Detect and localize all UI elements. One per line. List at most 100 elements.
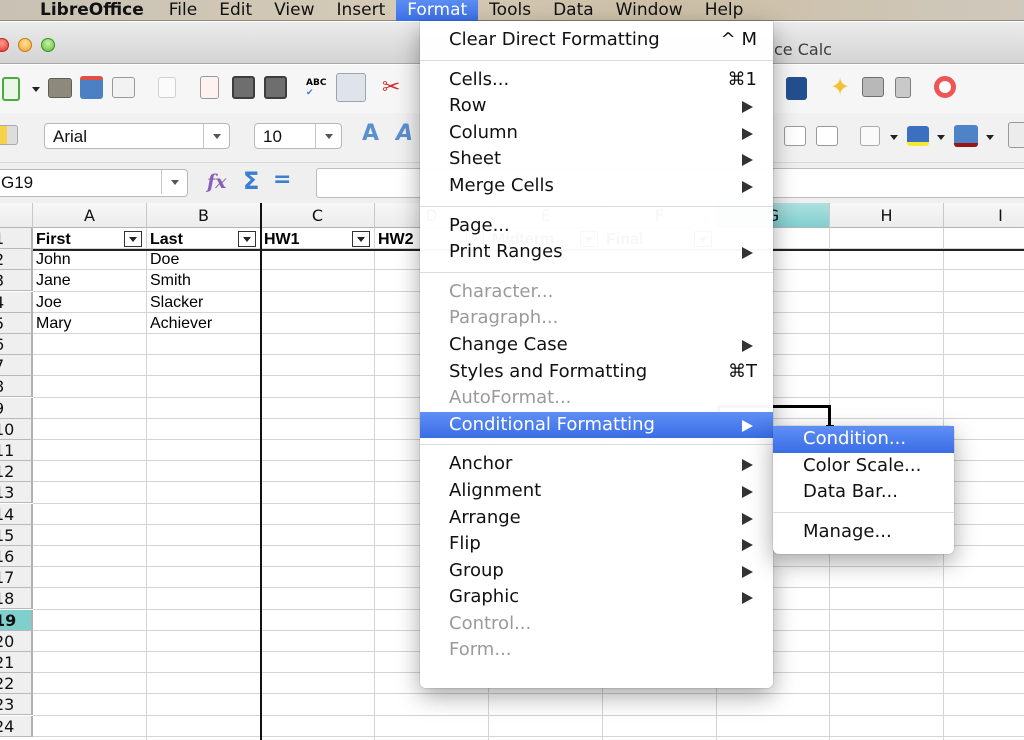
row-header-19[interactable]: 19	[0, 609, 33, 631]
autospellcheck-icon[interactable]	[336, 73, 366, 102]
data-sources-icon[interactable]	[895, 77, 911, 98]
row-header-18[interactable]: 18	[0, 588, 33, 610]
help-icon[interactable]	[934, 76, 956, 98]
navigator-icon[interactable]: ✦	[830, 75, 854, 99]
font-color-icon[interactable]	[954, 125, 978, 147]
menu-item-alignment[interactable]: Alignment	[420, 478, 773, 505]
column-header-c[interactable]: C	[261, 203, 375, 228]
cell-b2[interactable]: Doe	[147, 249, 261, 270]
formula-icon[interactable]: =	[273, 167, 291, 192]
cell-b3[interactable]: Smith	[147, 270, 261, 291]
menu-item-condition[interactable]: Condition...	[773, 426, 954, 453]
font-name-combo[interactable]: Arial	[44, 123, 230, 149]
menu-data[interactable]: Data	[542, 0, 605, 21]
row-header-3[interactable]: 3	[0, 270, 33, 292]
menu-view[interactable]: View	[263, 0, 325, 21]
row-header-1[interactable]: 1	[0, 228, 33, 249]
email-icon[interactable]	[112, 77, 135, 98]
menu-item-data-bar[interactable]: Data Bar...	[773, 479, 954, 506]
row-header-9[interactable]: 9	[0, 397, 33, 419]
cut-icon[interactable]: ✂	[382, 75, 406, 101]
decrease-indent-icon[interactable]	[784, 126, 806, 146]
row-header-11[interactable]: 11	[0, 440, 33, 461]
row-header-21[interactable]: 21	[0, 652, 33, 673]
row-header-24[interactable]: 24	[0, 715, 33, 737]
menu-window[interactable]: Window	[605, 0, 694, 21]
column-header-i[interactable]: I	[944, 203, 1024, 228]
row-header-15[interactable]: 15	[0, 524, 33, 546]
autofilter-button[interactable]	[238, 231, 256, 247]
column-header-h[interactable]: H	[830, 203, 944, 228]
menu-help[interactable]: Help	[694, 0, 755, 21]
menu-item-arrange[interactable]: Arrange	[420, 505, 773, 532]
cell-a4[interactable]: Joe	[33, 292, 147, 313]
increase-indent-icon[interactable]	[816, 126, 838, 146]
font-size-combo[interactable]: 10	[254, 123, 342, 149]
cell-b5[interactable]: Achiever	[147, 313, 261, 334]
menu-item-color-scale[interactable]: Color Scale...	[773, 453, 954, 480]
edit-file-icon[interactable]	[158, 77, 176, 98]
menu-item-manage[interactable]: Manage...	[773, 519, 954, 546]
minimize-window-button[interactable]	[18, 38, 32, 52]
borders-icon[interactable]	[860, 126, 880, 146]
new-spreadsheet-icon[interactable]	[2, 77, 20, 101]
background-color-dropdown-icon[interactable]	[937, 135, 945, 140]
row-header-6[interactable]: 6	[0, 334, 33, 355]
menu-file[interactable]: File	[158, 0, 208, 21]
menu-item-group[interactable]: Group	[420, 558, 773, 585]
row-header-10[interactable]: 10	[0, 418, 33, 440]
cell-b4[interactable]: Slacker	[147, 292, 261, 313]
toggle-grid-icon[interactable]	[1008, 122, 1024, 148]
gallery-icon[interactable]	[862, 77, 884, 97]
column-header-b[interactable]: B	[147, 203, 261, 228]
font-color-dropdown-icon[interactable]	[986, 135, 994, 140]
menu-item-row[interactable]: Row	[420, 93, 773, 120]
row-header-13[interactable]: 13	[0, 482, 33, 504]
menu-item-page[interactable]: Page...	[420, 213, 773, 240]
row-header-5[interactable]: 5	[0, 312, 33, 334]
export-pdf-icon[interactable]	[200, 76, 219, 99]
save-icon[interactable]	[80, 76, 103, 99]
row-header-12[interactable]: 12	[0, 461, 33, 483]
background-color-icon[interactable]	[907, 126, 929, 146]
styles-icon[interactable]	[0, 125, 18, 145]
row-header-16[interactable]: 16	[0, 546, 33, 567]
menu-item-graphic[interactable]: Graphic	[420, 584, 773, 611]
draw-functions-icon[interactable]	[786, 77, 807, 100]
row-header-8[interactable]: 8	[0, 376, 33, 398]
menu-item-conditional-formatting[interactable]: Conditional Formatting	[420, 411, 773, 439]
name-box-dropdown[interactable]	[161, 170, 187, 194]
row-header-23[interactable]: 23	[0, 694, 33, 716]
close-window-button[interactable]	[0, 38, 9, 52]
menu-insert[interactable]: Insert	[325, 0, 396, 21]
menu-item-change-case[interactable]: Change Case	[420, 332, 773, 359]
menu-format[interactable]: Format	[396, 0, 479, 21]
borders-dropdown-icon[interactable]	[890, 135, 898, 140]
cell-a2[interactable]: John	[33, 249, 147, 270]
row-header-14[interactable]: 14	[0, 503, 33, 525]
sum-icon[interactable]: Σ	[243, 167, 259, 195]
font-size-dropdown[interactable]	[315, 124, 341, 148]
corner-select-all[interactable]	[0, 203, 33, 228]
italic-icon[interactable]: A	[396, 123, 418, 145]
bold-icon[interactable]: A	[362, 123, 384, 145]
zoom-window-button[interactable]	[41, 38, 55, 52]
new-dropdown-icon[interactable]	[32, 87, 40, 92]
menu-item-flip[interactable]: Flip	[420, 531, 773, 558]
menu-item-merge-cells[interactable]: Merge Cells	[420, 173, 773, 200]
row-header-17[interactable]: 17	[0, 567, 33, 589]
name-box[interactable]: G19	[0, 169, 188, 197]
menu-item-column[interactable]: Column	[420, 120, 773, 147]
row-header-2[interactable]: 2	[0, 249, 33, 271]
cell-a3[interactable]: Jane	[33, 270, 147, 291]
print-preview-icon[interactable]	[264, 76, 287, 99]
open-icon[interactable]	[48, 78, 72, 98]
row-header-20[interactable]: 20	[0, 630, 33, 652]
function-wizard-icon[interactable]: fx	[207, 171, 227, 193]
menu-edit[interactable]: Edit	[208, 0, 263, 21]
menu-item-cells[interactable]: Cells... ⌘1	[420, 67, 773, 94]
menu-app[interactable]: LibreOffice	[0, 0, 158, 21]
autofilter-button[interactable]	[352, 231, 370, 247]
cell-a5[interactable]: Mary	[33, 313, 147, 334]
menu-item-print-ranges[interactable]: Print Ranges	[420, 239, 773, 266]
